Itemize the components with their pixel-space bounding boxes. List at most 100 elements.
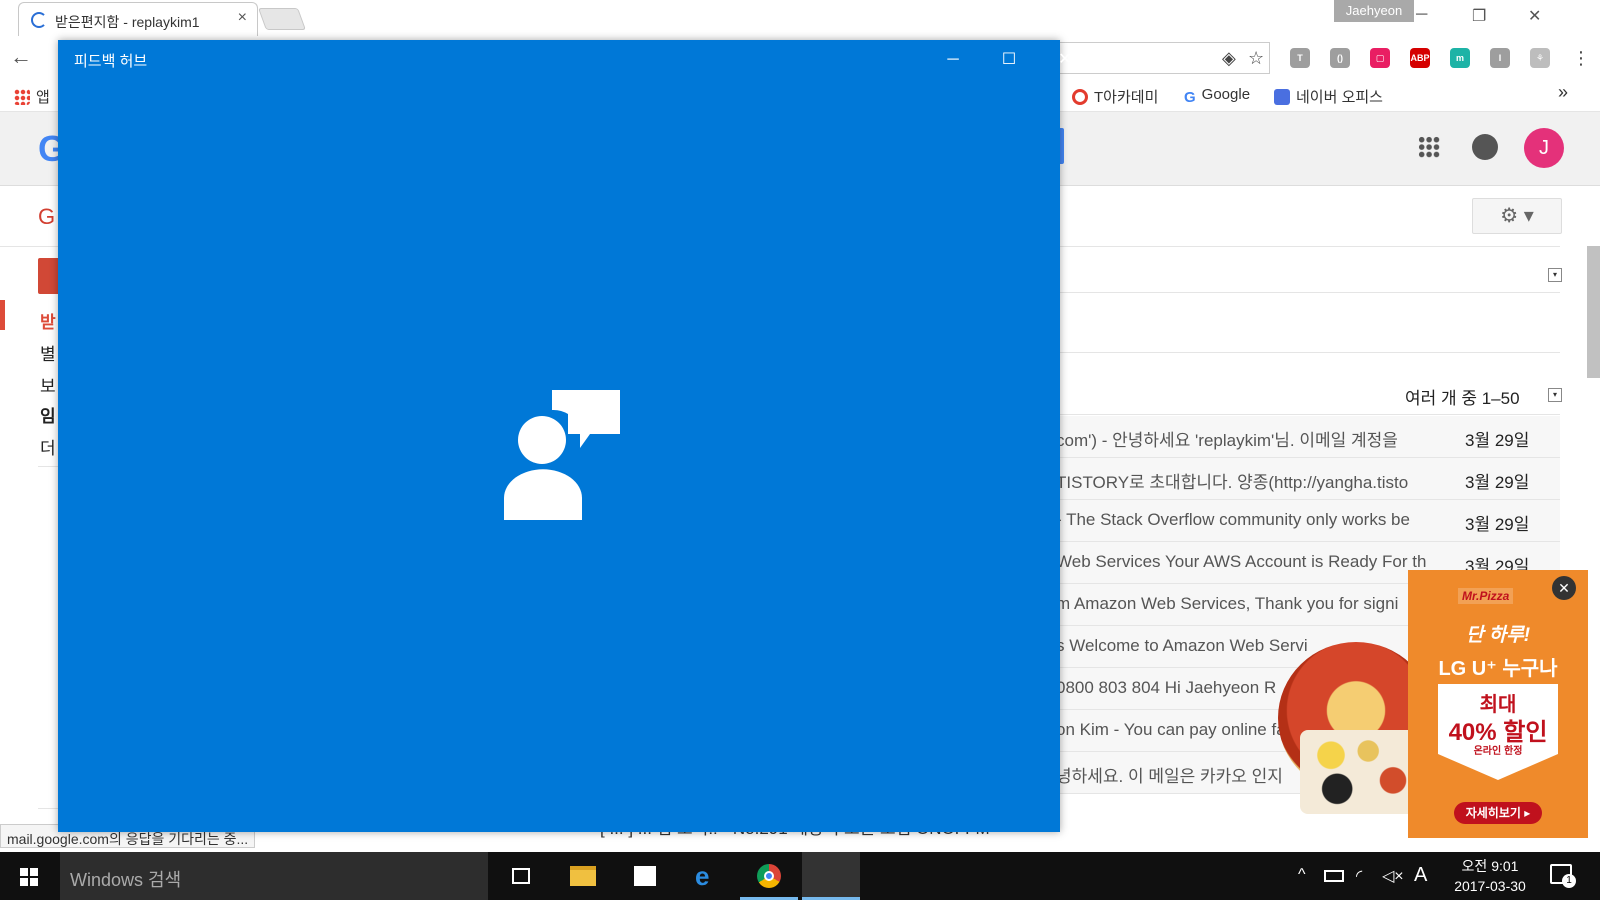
- dropdown-icon[interactable]: ▾: [1548, 268, 1562, 282]
- chrome-icon: [757, 864, 781, 888]
- windows-logo-icon: [20, 878, 28, 886]
- clock-time: 오전 9:01: [1461, 858, 1519, 874]
- mail-date: 3월 29일: [1465, 515, 1530, 534]
- divider: [1040, 414, 1560, 415]
- scrollbar-thumb[interactable]: [1587, 246, 1600, 378]
- google-g-icon: G: [1184, 89, 1196, 106]
- browser-close-button[interactable]: ✕: [1528, 6, 1541, 26]
- nav-drafts[interactable]: 임: [40, 402, 56, 427]
- count-dropdown-icon[interactable]: ▾: [1548, 388, 1562, 402]
- mail-date: 3월 29일: [1465, 473, 1530, 492]
- naver-office-icon: [1274, 89, 1290, 105]
- mail-row[interactable]: TISTORY로 초대합니다. 양종(http://yangha.tisto 3월…: [1040, 458, 1560, 500]
- new-tab-button[interactable]: [257, 8, 307, 30]
- extension-icon[interactable]: (): [1330, 48, 1350, 68]
- chrome-button[interactable]: [740, 852, 798, 900]
- bookmark-google[interactable]: G Google: [1184, 86, 1251, 106]
- browser-tabstrip: 받은편지함 - replaykim1 × Jaehyeon ─ ❐ ✕: [0, 0, 1600, 36]
- feedback-hub-window[interactable]: 피드백 허브 ─ ☐ ✕: [58, 40, 1072, 832]
- volume-muted-icon[interactable]: ◁×: [1382, 866, 1404, 886]
- back-button[interactable]: ←: [10, 44, 32, 70]
- start-button[interactable]: [0, 852, 58, 900]
- mail-snippet: m Amazon Web Services, Thank you for sig…: [1056, 594, 1399, 613]
- minimize-button[interactable]: ─: [930, 46, 976, 74]
- person-feedback-icon: [504, 390, 620, 520]
- notifications-bell-icon[interactable]: [1472, 134, 1498, 160]
- extension-icon[interactable]: m: [1450, 48, 1470, 68]
- battery-icon[interactable]: [1324, 870, 1344, 882]
- mail-date: 3월 29일: [1465, 431, 1530, 450]
- extension-icon[interactable]: ABP: [1410, 48, 1430, 68]
- bookmark-label: 앱: [36, 89, 50, 106]
- divider: [1040, 292, 1560, 293]
- apps-grid-icon: [14, 89, 30, 105]
- ad-subheadline: LG U⁺ 누구나: [1438, 658, 1558, 680]
- mail-snippet: TISTORY로 초대합니다. 양종(http://yangha.tisto: [1056, 473, 1409, 492]
- ime-indicator[interactable]: A: [1414, 864, 1427, 887]
- loading-spinner-icon: [31, 12, 47, 28]
- message-count: 여러 개 중 1–50: [1405, 389, 1520, 408]
- taskbar-search-box[interactable]: Windows 검색: [60, 852, 488, 900]
- clock-date: 2017-03-30: [1454, 878, 1526, 894]
- extension-icon[interactable]: ⚘: [1530, 48, 1550, 68]
- notification-count-badge: 1: [1562, 874, 1576, 888]
- gmail-app-label[interactable]: G: [38, 204, 55, 230]
- mail-snippet: com') - 안녕하세요 'replaykim'님. 이메일 계정을: [1056, 431, 1398, 450]
- bookmark-star-icon[interactable]: ☆: [1248, 48, 1264, 69]
- bookmark-apps[interactable]: 앱: [14, 86, 50, 107]
- task-view-button[interactable]: [492, 852, 550, 900]
- mail-row[interactable]: com') - 안녕하세요 'replaykim'님. 이메일 계정을 3월 29…: [1040, 416, 1560, 458]
- mail-snippet: Web Services Your AWS Account is Ready F…: [1056, 552, 1427, 571]
- tab-title: 받은편지함 - replaykim1: [55, 14, 200, 30]
- tab-inbox[interactable]: 받은편지함 - replaykim1 ×: [18, 2, 258, 36]
- mail-snippet: - The Stack Overflow community only work…: [1056, 510, 1410, 529]
- windows-logo-icon: [20, 868, 28, 876]
- browser-menu-icon[interactable]: ⋮: [1572, 48, 1590, 69]
- ad-arrow: [1438, 754, 1558, 780]
- edge-button[interactable]: e: [678, 852, 736, 900]
- nav-sent[interactable]: 보: [40, 372, 56, 397]
- bookmarks-more-button[interactable]: »: [1558, 82, 1568, 103]
- ad-cta-button[interactable]: 자세히보기 ▸: [1454, 802, 1542, 824]
- tab-close-icon[interactable]: ×: [238, 9, 247, 27]
- tray-chevron-icon[interactable]: ^: [1298, 866, 1306, 884]
- bookmark-label: T아카데미: [1094, 89, 1159, 106]
- file-explorer-icon: [570, 866, 596, 886]
- close-button[interactable]: ✕: [1042, 46, 1088, 74]
- tacademy-icon: [1072, 89, 1088, 105]
- bookmark-label: Google: [1201, 86, 1251, 103]
- taskbar-clock[interactable]: 오전 9:01 2017-03-30: [1440, 856, 1540, 896]
- edge-icon: e: [695, 861, 710, 891]
- nav-inbox[interactable]: 받: [40, 308, 56, 333]
- bookmark-naver-office[interactable]: 네이버 오피스: [1274, 86, 1383, 107]
- extension-icon[interactable]: ▢: [1370, 48, 1390, 68]
- side-dishes-image: [1300, 730, 1424, 814]
- windows-logo-icon: [30, 878, 38, 886]
- browser-restore-button[interactable]: ❐: [1472, 6, 1486, 26]
- bookmark-tacademy[interactable]: T아카데미: [1072, 86, 1158, 107]
- mail-row[interactable]: - The Stack Overflow community only work…: [1040, 500, 1560, 542]
- windows-logo-icon: [30, 868, 38, 876]
- feedback-hub-taskbar-button[interactable]: [802, 852, 860, 900]
- nav-more[interactable]: 더: [40, 434, 56, 459]
- divider: [1040, 352, 1560, 353]
- store-button[interactable]: [616, 852, 674, 900]
- profile-button[interactable]: Jaehyeon: [1334, 0, 1414, 22]
- window-title: 피드백 허브: [74, 53, 148, 70]
- wifi-icon[interactable]: ◜: [1356, 866, 1362, 886]
- apps-grid-icon[interactable]: [1418, 136, 1440, 158]
- file-explorer-button[interactable]: [554, 852, 612, 900]
- extension-icon[interactable]: I: [1490, 48, 1510, 68]
- ad-close-icon[interactable]: ✕: [1552, 576, 1576, 600]
- inbox-selected-marker: [0, 300, 5, 330]
- extension-icon[interactable]: T: [1290, 48, 1310, 68]
- action-center-icon[interactable]: 1: [1550, 864, 1576, 888]
- browser-minimize-button[interactable]: ─: [1416, 6, 1427, 24]
- account-avatar[interactable]: J: [1524, 128, 1564, 168]
- key-icon[interactable]: ◈: [1222, 48, 1236, 69]
- settings-button[interactable]: ⚙ ▾: [1472, 198, 1562, 234]
- maximize-button[interactable]: ☐: [986, 46, 1032, 74]
- bookmark-label: 네이버 오피스: [1296, 89, 1383, 106]
- nav-starred[interactable]: 별: [40, 340, 56, 365]
- pizza-ad[interactable]: ✕ Mr.Pizza 단 하루! LG U⁺ 누구나 최대 40% 할인 온라인…: [1408, 570, 1588, 838]
